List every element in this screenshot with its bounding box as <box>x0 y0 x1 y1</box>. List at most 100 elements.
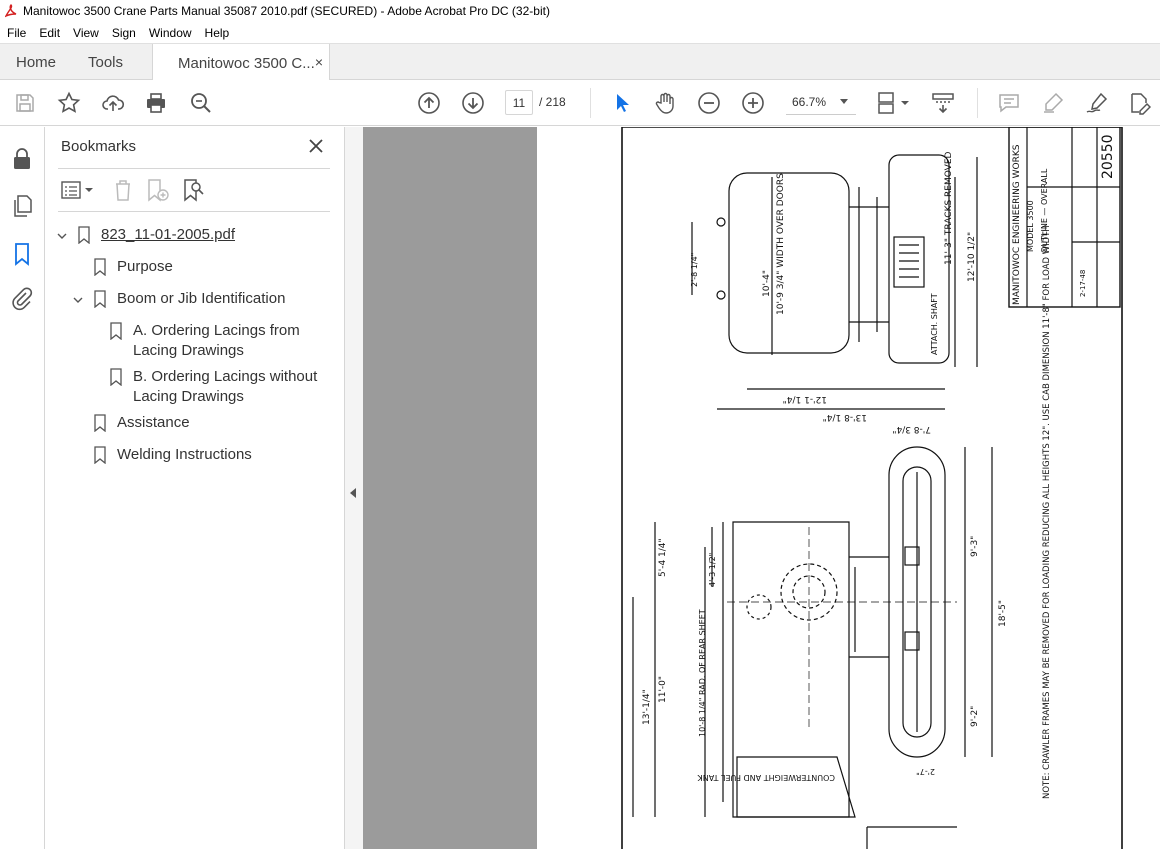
title-block-date: 2-17-48 <box>1079 270 1087 297</box>
menu-sign[interactable]: Sign <box>105 26 142 40</box>
dim-label: 10'-9 3/4" WIDTH OVER DOORS <box>776 173 786 315</box>
window-title: Manitowoc 3500 Crane Parts Manual 35087 … <box>23 4 550 18</box>
title-bar: Manitowoc 3500 Crane Parts Manual 35087 … <box>0 0 1160 22</box>
bookmark-item-purpose[interactable]: Purpose <box>117 257 173 277</box>
title-block-model: MODEL 3500 <box>1026 200 1035 252</box>
comment-icon[interactable] <box>997 91 1021 115</box>
bookmark-item-boom-jib[interactable]: Boom or Jib Identification <box>117 289 285 309</box>
print-icon[interactable] <box>144 91 168 115</box>
tab-home[interactable]: Home <box>16 44 56 81</box>
drawing-number: 20550 <box>1100 134 1116 179</box>
dim-label: 12'-10 1/2" <box>967 232 977 282</box>
drawing-note: NOTE: CRAWLER FRAMES MAY BE REMOVED FOR … <box>1042 225 1052 799</box>
page-fit-icon[interactable] <box>876 91 912 115</box>
bookmark-item-ordering-from[interactable]: A. Ordering Lacings from Lacing Drawings <box>133 321 300 361</box>
divider <box>58 168 330 169</box>
menu-help[interactable]: Help <box>198 26 236 40</box>
zoom-out-icon[interactable] <box>697 91 721 115</box>
bookmarks-panel: Bookmarks 823_11-01-2005.pdf Purpose Boo… <box>45 127 345 849</box>
star-icon[interactable] <box>57 91 81 115</box>
dim-label: 10'-4" <box>762 270 772 297</box>
page-total: / 218 <box>539 95 566 109</box>
menu-view[interactable]: View <box>66 26 105 40</box>
save-icon[interactable] <box>13 91 37 115</box>
dim-label: 4'-3 1/2" <box>708 553 717 587</box>
chevron-down-icon <box>840 99 848 104</box>
tab-close-icon[interactable]: × <box>315 54 323 70</box>
scroll-mode-icon[interactable] <box>931 91 955 115</box>
close-icon[interactable] <box>307 137 325 155</box>
new-bookmark-icon[interactable] <box>145 177 171 203</box>
dim-label: 13'-8 1/4" <box>823 412 867 422</box>
lock-icon[interactable] <box>10 147 34 171</box>
highlight-pen-icon[interactable] <box>1041 91 1065 115</box>
tab-document-label: Manitowoc 3500 C... <box>178 54 315 72</box>
dim-label: 2'-8 1/4" <box>690 253 699 287</box>
divider <box>58 211 330 212</box>
tab-bar: Home Tools Manitowoc 3500 C... × <box>0 43 1160 82</box>
bookmark-item-root[interactable]: 823_11-01-2005.pdf <box>101 225 235 245</box>
upload-cloud-icon[interactable] <box>101 91 125 115</box>
zoom-search-icon[interactable] <box>189 91 213 115</box>
bookmark-icon <box>94 290 106 308</box>
chevron-down-icon[interactable] <box>57 231 67 241</box>
page-thumbnails-icon[interactable] <box>10 194 34 218</box>
previous-page-icon[interactable] <box>417 91 441 115</box>
delete-bookmark-icon[interactable] <box>111 177 135 203</box>
hand-tool-icon[interactable] <box>653 91 677 115</box>
dim-label: 18'-5" <box>998 600 1008 627</box>
document-viewer[interactable]: MANITOWOC ENGINEERING WORKS MODEL 3500 O… <box>363 127 1160 849</box>
bookmark-icon <box>94 414 106 432</box>
next-page-icon[interactable] <box>461 91 485 115</box>
bookmark-icon <box>78 226 90 244</box>
tab-tools[interactable]: Tools <box>88 44 123 81</box>
bookmark-item-ordering-without[interactable]: B. Ordering Lacings without Lacing Drawi… <box>133 367 317 407</box>
main-toolbar: 11 / 218 66.7% <box>0 80 1160 126</box>
edit-tools-icon[interactable] <box>1127 91 1152 115</box>
zoom-level-value: 66.7% <box>792 95 827 109</box>
pdf-page: MANITOWOC ENGINEERING WORKS MODEL 3500 O… <box>537 127 1160 849</box>
bookmark-icon <box>110 322 122 340</box>
left-navigation-rail <box>0 127 45 849</box>
collapse-left-icon <box>350 488 356 498</box>
dim-label: 9'-2" <box>970 706 980 727</box>
dim-label: 11'-0" <box>658 676 668 703</box>
zoom-in-icon[interactable] <box>741 91 765 115</box>
attachment-paperclip-icon[interactable] <box>10 287 34 311</box>
select-cursor-icon[interactable] <box>610 91 634 115</box>
toolbar-divider <box>977 88 978 118</box>
panel-collapse-handle[interactable] <box>345 127 363 849</box>
bookmark-icon <box>110 368 122 386</box>
panel-title: Bookmarks <box>61 138 137 155</box>
title-block-company: MANITOWOC ENGINEERING WORKS <box>1012 144 1022 305</box>
dim-label: 2'-7" <box>916 767 935 776</box>
dim-label: ATTACH. SHAFT <box>930 293 939 355</box>
toolbar-divider <box>590 88 591 118</box>
dim-label: COUNTERWEIGHT AND FUEL TANK <box>697 773 835 782</box>
bookmark-icon <box>94 258 106 276</box>
menu-edit[interactable]: Edit <box>32 26 66 40</box>
chevron-down-icon[interactable] <box>73 295 83 305</box>
menu-bar: File Edit View Sign Window Help <box>0 22 1160 43</box>
options-menu-icon[interactable] <box>61 177 97 203</box>
bookmark-item-welding[interactable]: Welding Instructions <box>117 445 252 465</box>
dim-label: 9'-3" <box>970 536 980 557</box>
search-bookmark-icon[interactable] <box>181 177 207 203</box>
dim-label: 5'-4 1/4" <box>658 538 668 577</box>
dim-label: 10'-8 1/4" RAD. OF REAR SHEET <box>698 609 707 737</box>
menu-file[interactable]: File <box>0 26 32 40</box>
page-number-input[interactable]: 11 <box>505 90 533 115</box>
technical-drawing: MANITOWOC ENGINEERING WORKS MODEL 3500 O… <box>621 127 1123 849</box>
zoom-level-select[interactable]: 66.7% <box>786 90 856 115</box>
dim-label: 13'-1/4" <box>642 689 652 725</box>
bookmark-item-assistance[interactable]: Assistance <box>117 413 190 433</box>
bookmark-icon[interactable] <box>10 242 34 266</box>
dim-label: 12'-1 1/4" <box>783 394 827 404</box>
bookmark-icon <box>94 446 106 464</box>
dim-label: 7'-8 3/4" <box>892 424 931 434</box>
tab-document[interactable]: Manitowoc 3500 C... × <box>152 44 330 82</box>
sign-pen-icon[interactable] <box>1085 91 1109 115</box>
dim-label: 11'-3" TRACKS REMOVED <box>944 151 954 265</box>
menu-window[interactable]: Window <box>142 26 198 40</box>
acrobat-logo-icon <box>5 4 17 18</box>
